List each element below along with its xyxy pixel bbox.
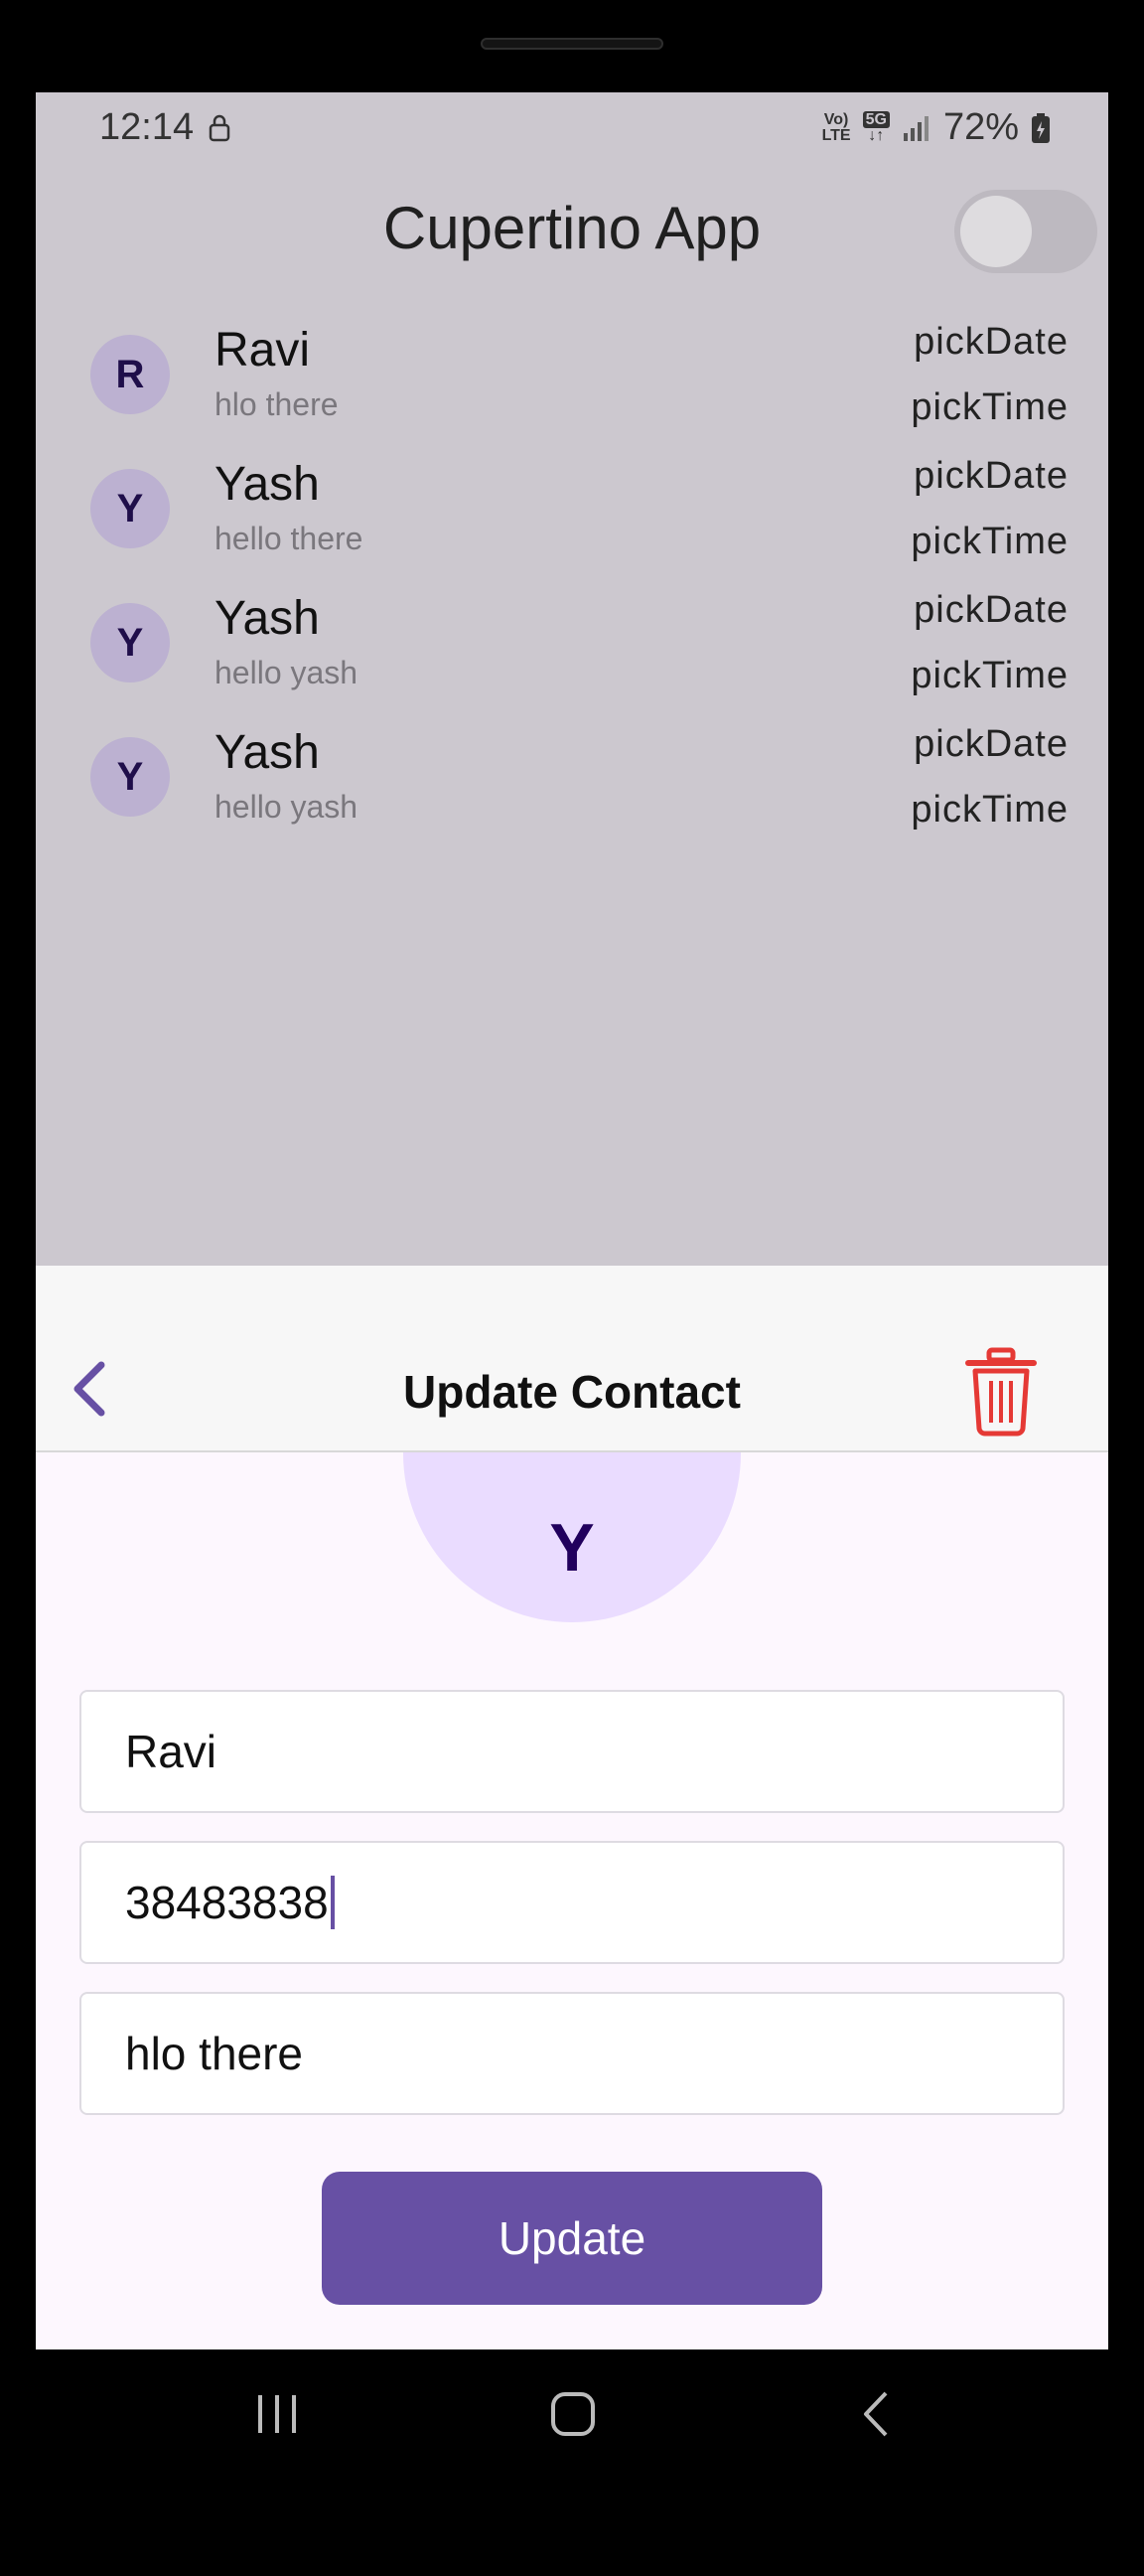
pick-time-button[interactable]: pickTime	[911, 521, 1069, 563]
message-field[interactable]: hlo there	[79, 1992, 1065, 2115]
contact-list-item[interactable]: R Ravi hlo there pickDate pickTime	[36, 311, 1108, 444]
contact-list-item[interactable]: Y Yash hello yash pickDate pickTime	[36, 713, 1108, 846]
contact-avatar-initial: Y	[549, 1510, 595, 1586]
dimmed-app-background[interactable]: 12:14 Vo) LTE 5G ↓↑ 72% Cupertino App R …	[36, 92, 1108, 1266]
pick-time-button[interactable]: pickTime	[911, 386, 1069, 429]
contact-list-item[interactable]: Y Yash hello yash pickDate pickTime	[36, 579, 1108, 712]
volte-icon: Vo) LTE	[821, 110, 851, 144]
pick-time-button[interactable]: pickTime	[911, 789, 1069, 832]
status-bar: 12:14 Vo) LTE 5G ↓↑ 72%	[36, 92, 1108, 162]
contact-avatar: Y	[90, 603, 170, 682]
contact-avatar: Y	[90, 469, 170, 548]
toggle-knob	[960, 196, 1032, 267]
recent-apps-icon[interactable]	[252, 2389, 302, 2439]
contact-avatar: Y	[90, 737, 170, 817]
contact-message: hello yash	[214, 789, 358, 825]
lock-icon	[209, 114, 230, 142]
pick-date-button[interactable]: pickDate	[914, 321, 1069, 364]
pick-date-button[interactable]: pickDate	[914, 589, 1069, 632]
phone-field-value: 38483838	[125, 1877, 329, 1928]
home-icon[interactable]	[548, 2389, 598, 2439]
contact-name: Ravi	[214, 324, 311, 377]
earpiece-speaker	[481, 38, 663, 50]
app-title: Cupertino App	[382, 195, 762, 261]
contact-message: hello there	[214, 521, 363, 556]
sheet-title: Update Contact	[403, 1366, 741, 1418]
update-button[interactable]: Update	[322, 2172, 822, 2305]
pick-date-button[interactable]: pickDate	[914, 455, 1069, 498]
theme-toggle-switch[interactable]	[954, 190, 1097, 273]
contact-name: Yash	[214, 592, 320, 645]
signal-icon	[903, 115, 929, 141]
battery-percent: 72%	[942, 106, 1019, 148]
network-5g-icon: 5G ↓↑	[862, 110, 890, 144]
pick-date-button[interactable]: pickDate	[914, 723, 1069, 766]
pick-time-button[interactable]: pickTime	[911, 655, 1069, 697]
sheet-navigation-bar: Update Contact	[36, 1266, 1108, 1452]
name-field-value: Ravi	[125, 1726, 217, 1777]
name-field[interactable]: Ravi	[79, 1690, 1065, 1813]
status-icons: Vo) LTE 5G ↓↑ 72%	[822, 106, 1051, 149]
contact-list-item[interactable]: Y Yash hello there pickDate pickTime	[36, 445, 1108, 578]
screen: 12:14 Vo) LTE 5G ↓↑ 72% Cupertino App R …	[36, 92, 1108, 2349]
system-navigation-bar	[36, 2349, 1108, 2479]
contact-avatar: R	[90, 335, 170, 414]
battery-charging-icon	[1032, 112, 1050, 143]
delete-trash-icon[interactable]	[965, 1347, 1037, 1437]
contact-message: hello yash	[214, 655, 358, 690]
message-field-value: hlo there	[125, 2028, 304, 2079]
device-frame: 12:14 Vo) LTE 5G ↓↑ 72% Cupertino App R …	[0, 0, 1144, 2576]
phone-field[interactable]: 38483838	[79, 1841, 1065, 1964]
contact-message: hlo there	[214, 386, 339, 422]
contact-name: Yash	[214, 458, 320, 511]
text-cursor	[330, 1876, 335, 1929]
contact-name: Yash	[214, 726, 320, 779]
system-back-icon[interactable]	[852, 2389, 902, 2439]
status-time: 12:14	[99, 106, 195, 148]
